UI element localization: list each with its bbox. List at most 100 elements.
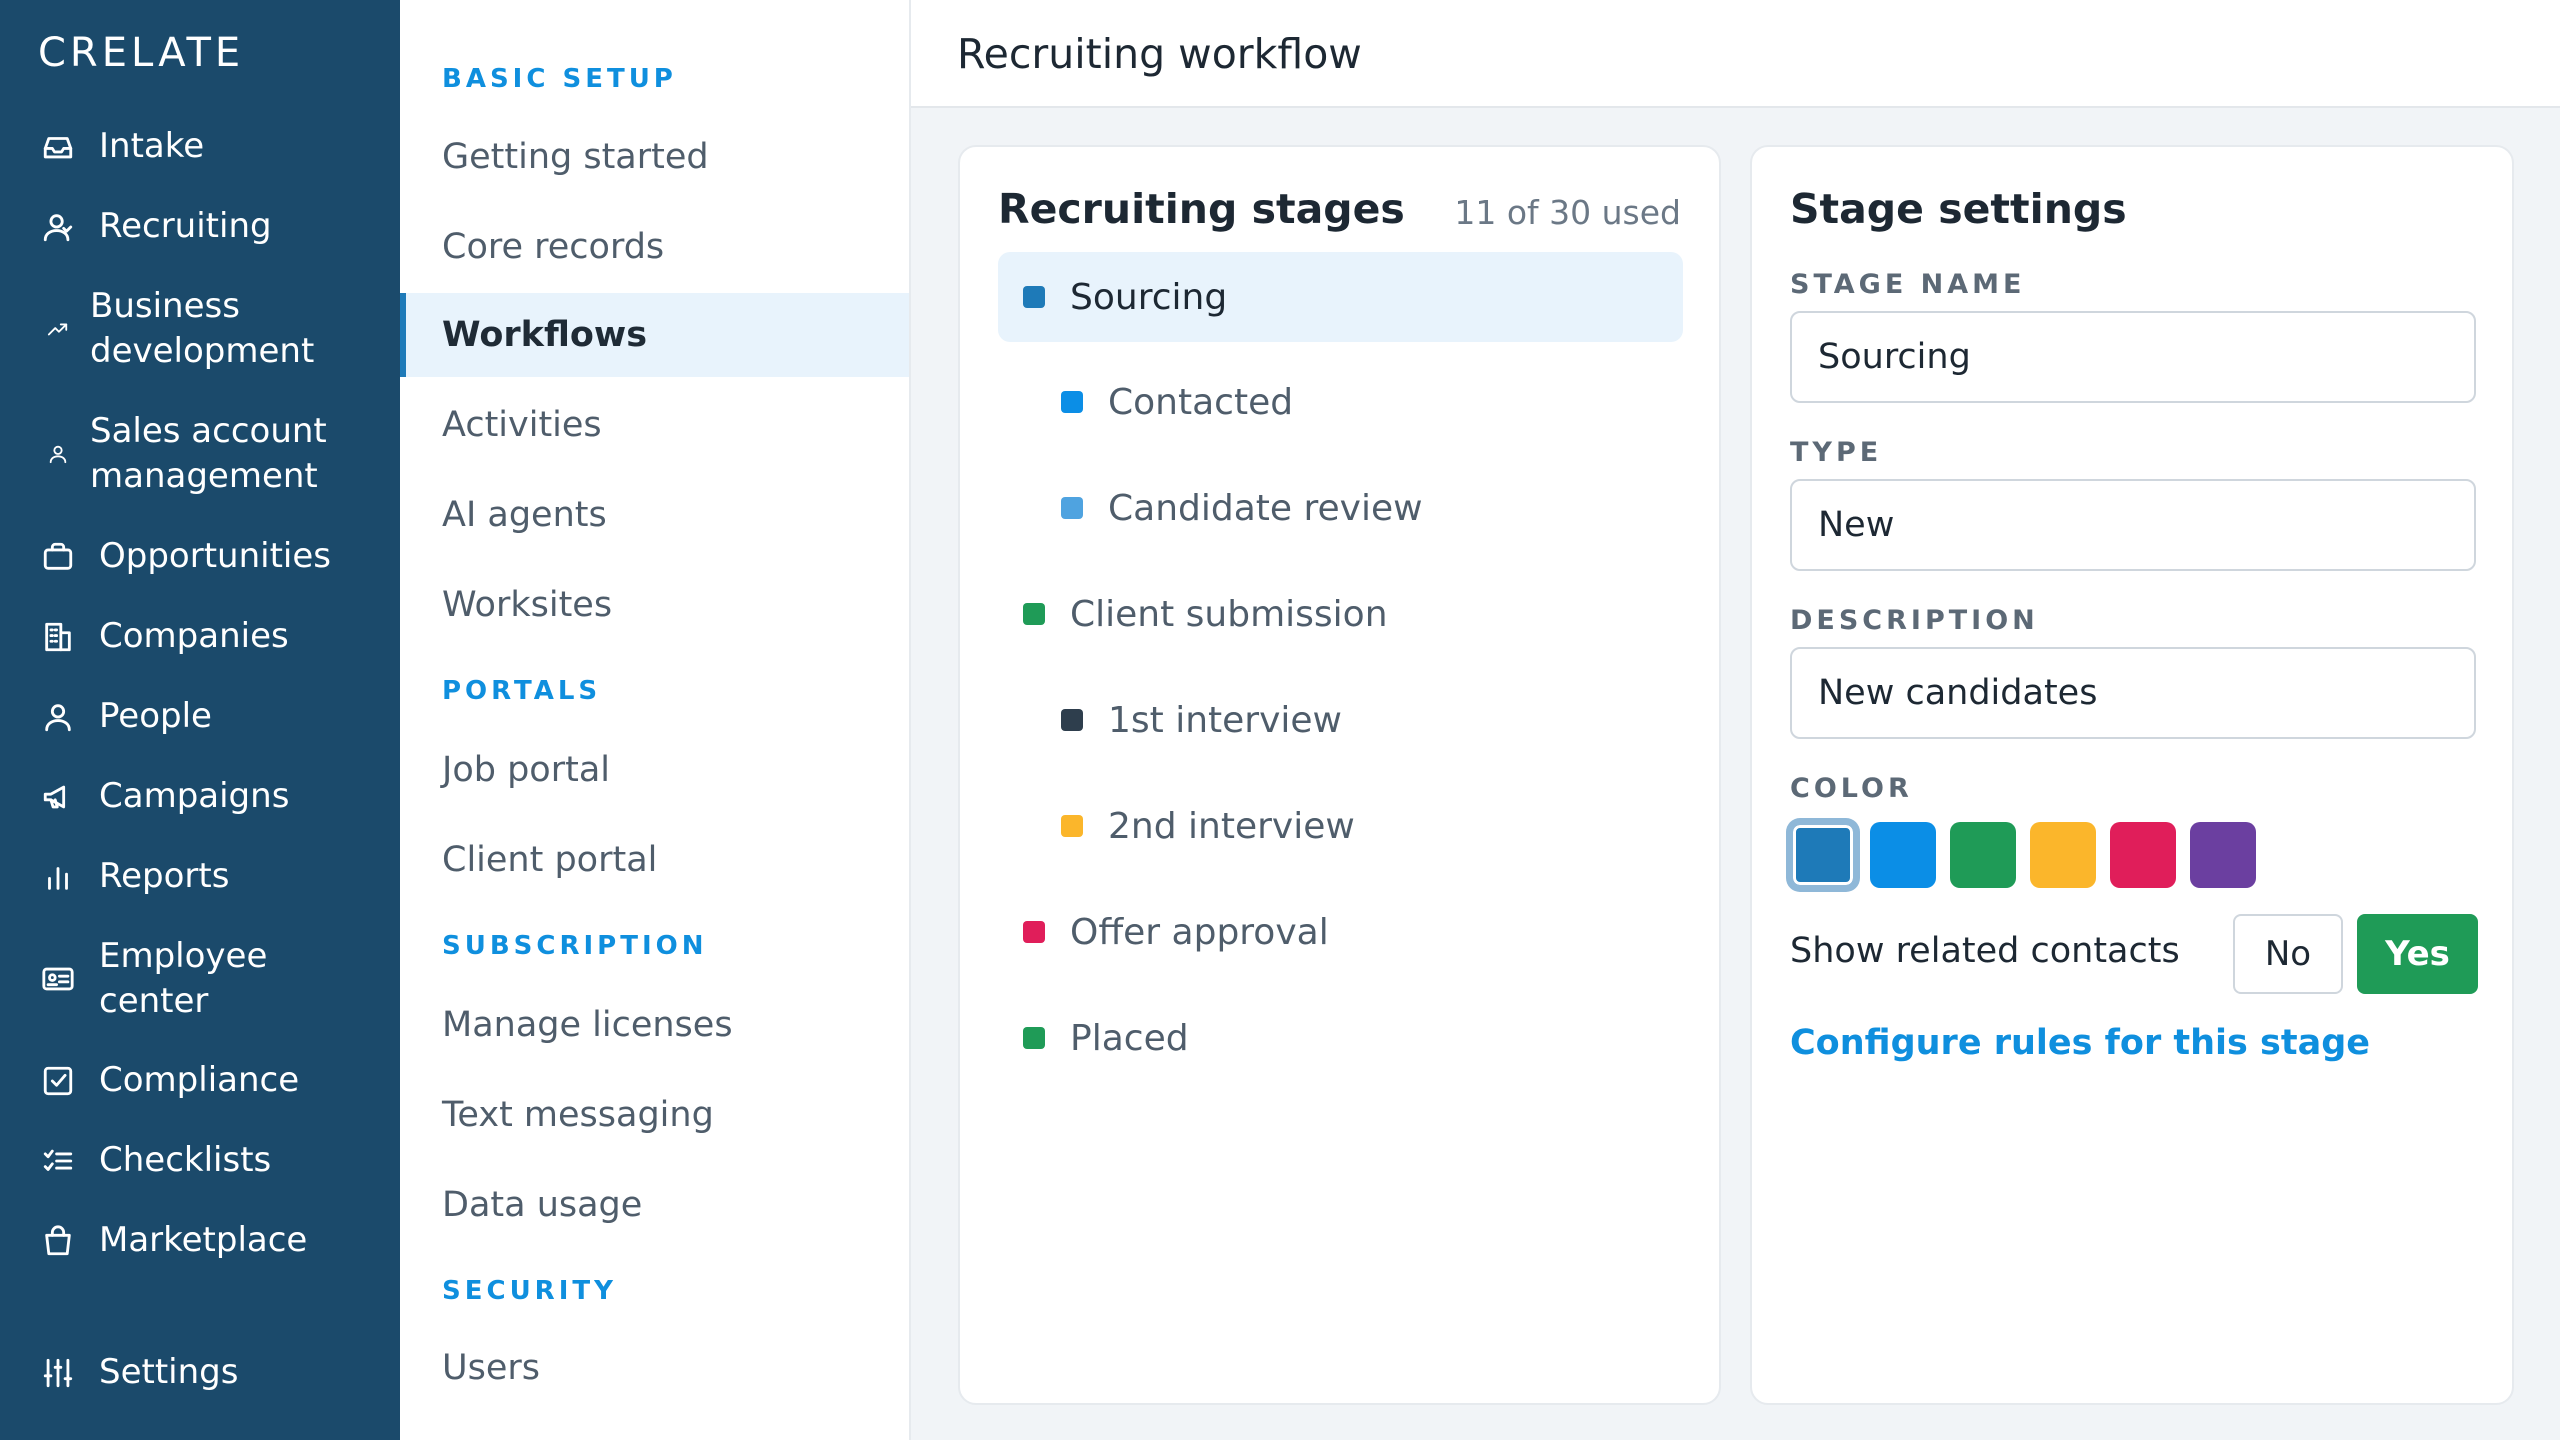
nav-label-sales-account-management: Sales account management	[90, 411, 327, 496]
section-title-subscription: SUBSCRIPTION	[442, 931, 708, 961]
stage-color-swatch	[1023, 1027, 1045, 1049]
section-title-portals: PORTALS	[442, 676, 602, 706]
nav-label-opportunities: Opportunities	[99, 536, 331, 576]
type-input[interactable]	[1790, 479, 2476, 571]
checkbox-icon	[38, 1061, 78, 1101]
nav-item-business-development[interactable]: Business development	[0, 284, 400, 374]
sliders-icon	[38, 1353, 78, 1393]
type-label: TYPE	[1790, 437, 1883, 468]
id-card-icon	[38, 959, 78, 999]
show-related-yes-button[interactable]: Yes	[2357, 914, 2478, 994]
nav-item-settings[interactable]: Settings	[0, 1350, 400, 1395]
settings-item-manage-licenses[interactable]: Manage licenses	[400, 983, 909, 1067]
settings-item-data-usage[interactable]: Data usage	[400, 1163, 909, 1247]
stage-color-swatch	[1023, 286, 1045, 308]
settings-item-workflows[interactable]: Workflows	[400, 293, 909, 377]
building-icon	[38, 617, 78, 657]
nav-label-people: People	[99, 696, 212, 736]
person-icon	[38, 697, 78, 737]
stage-item-contacted[interactable]: Contacted	[998, 357, 1683, 447]
shopping-bag-icon	[38, 1221, 78, 1261]
description-input[interactable]	[1790, 647, 2476, 739]
stage-color-swatch	[1023, 921, 1045, 943]
stage-name-label: STAGE NAME	[1790, 269, 2026, 300]
nav-item-employee-center[interactable]: Employee center	[0, 934, 400, 1024]
nav-label-employee-center: Employee center	[99, 936, 268, 1021]
nav-label-marketplace: Marketplace	[99, 1220, 308, 1260]
stage-name: Placed	[1070, 1017, 1189, 1059]
color-label: COLOR	[1790, 773, 1913, 804]
color-option-blue[interactable]	[1790, 822, 1856, 888]
page-header: Recruiting workflow	[911, 0, 2560, 108]
settings-nav: BASIC SETUP Getting started Core records…	[400, 0, 911, 1440]
nav-item-marketplace[interactable]: Marketplace	[0, 1218, 400, 1263]
stage-name: Sourcing	[1070, 276, 1228, 318]
user-small-icon	[38, 434, 78, 474]
nav-item-sales-account-management[interactable]: Sales account management	[0, 409, 400, 499]
briefcase-icon	[38, 537, 78, 577]
stage-color-swatch	[1061, 497, 1083, 519]
stage-item-candidate-review[interactable]: Candidate review	[998, 463, 1683, 553]
settings-item-ai-agents[interactable]: AI agents	[400, 473, 909, 557]
stage-name: 2nd interview	[1108, 805, 1355, 847]
settings-item-core-records[interactable]: Core records	[400, 205, 909, 289]
stage-color-swatch	[1061, 815, 1083, 837]
settings-item-worksites[interactable]: Worksites	[400, 563, 909, 647]
nav-label-companies: Companies	[99, 616, 289, 656]
stage-item-sourcing[interactable]: Sourcing	[998, 252, 1683, 342]
section-title-basic-setup: BASIC SETUP	[442, 64, 677, 94]
nav-item-people[interactable]: People	[0, 694, 400, 739]
nav-item-campaigns[interactable]: Campaigns	[0, 774, 400, 819]
nav-item-intake[interactable]: Intake	[0, 124, 400, 169]
stage-name: Candidate review	[1108, 487, 1423, 529]
description-label: DESCRIPTION	[1790, 605, 2039, 636]
color-option-purple[interactable]	[2190, 822, 2256, 888]
stage-item-placed[interactable]: Placed	[998, 993, 1683, 1083]
stage-item-client-submission[interactable]: Client submission	[998, 569, 1683, 659]
show-related-contacts-label: Show related contacts	[1790, 931, 2180, 971]
show-related-no-button[interactable]: No	[2233, 914, 2343, 994]
bar-chart-icon	[38, 857, 78, 897]
settings-item-users[interactable]: Users	[400, 1326, 909, 1410]
configure-rules-link[interactable]: Configure rules for this stage	[1790, 1023, 2370, 1063]
stage-item-1st-interview[interactable]: 1st interview	[998, 675, 1683, 765]
stages-usage-count: 11 of 30 used	[1454, 193, 1681, 232]
stage-settings-card: Stage settings STAGE NAME TYPE DESCRIPTI…	[1750, 145, 2514, 1405]
app-nav: CRELATE Intake Recruiting Business devel…	[0, 0, 400, 1440]
user-icon	[38, 207, 78, 247]
stage-name: Client submission	[1070, 593, 1388, 635]
nav-item-opportunities[interactable]: Opportunities	[0, 534, 400, 579]
nav-label-campaigns: Campaigns	[99, 776, 290, 816]
stage-name-input[interactable]	[1790, 311, 2476, 403]
color-option-green[interactable]	[1950, 822, 2016, 888]
nav-item-compliance[interactable]: Compliance	[0, 1058, 400, 1103]
stage-settings-title: Stage settings	[1790, 185, 2127, 233]
nav-item-checklists[interactable]: Checklists	[0, 1138, 400, 1183]
nav-label-recruiting: Recruiting	[99, 206, 272, 246]
settings-item-job-portal[interactable]: Job portal	[400, 728, 909, 812]
stage-item-offer-approval[interactable]: Offer approval	[998, 887, 1683, 977]
megaphone-icon	[38, 777, 78, 817]
brand-logo[interactable]: CRELATE	[38, 30, 244, 76]
trend-up-icon	[38, 309, 78, 349]
nav-label-reports: Reports	[99, 856, 230, 896]
nav-item-reports[interactable]: Reports	[0, 854, 400, 899]
color-option-pink[interactable]	[2110, 822, 2176, 888]
color-option-light-blue[interactable]	[1870, 822, 1936, 888]
checklist-icon	[38, 1141, 78, 1181]
settings-item-getting-started[interactable]: Getting started	[400, 115, 909, 199]
page-title: Recruiting workflow	[957, 30, 1362, 78]
stage-color-swatch	[1061, 391, 1083, 413]
nav-item-recruiting[interactable]: Recruiting	[0, 204, 400, 249]
stage-name: 1st interview	[1108, 699, 1342, 741]
settings-item-text-messaging[interactable]: Text messaging	[400, 1073, 909, 1157]
nav-item-companies[interactable]: Companies	[0, 614, 400, 659]
nav-label-intake: Intake	[99, 126, 205, 166]
recruiting-stages-card: Recruiting stages 11 of 30 used Sourcing…	[958, 145, 1721, 1405]
stage-item-2nd-interview[interactable]: 2nd interview	[998, 781, 1683, 871]
settings-item-client-portal[interactable]: Client portal	[400, 818, 909, 902]
color-option-yellow[interactable]	[2030, 822, 2096, 888]
stage-color-swatch	[1023, 603, 1045, 625]
settings-item-activities[interactable]: Activities	[400, 383, 909, 467]
stage-name: Contacted	[1108, 381, 1294, 423]
